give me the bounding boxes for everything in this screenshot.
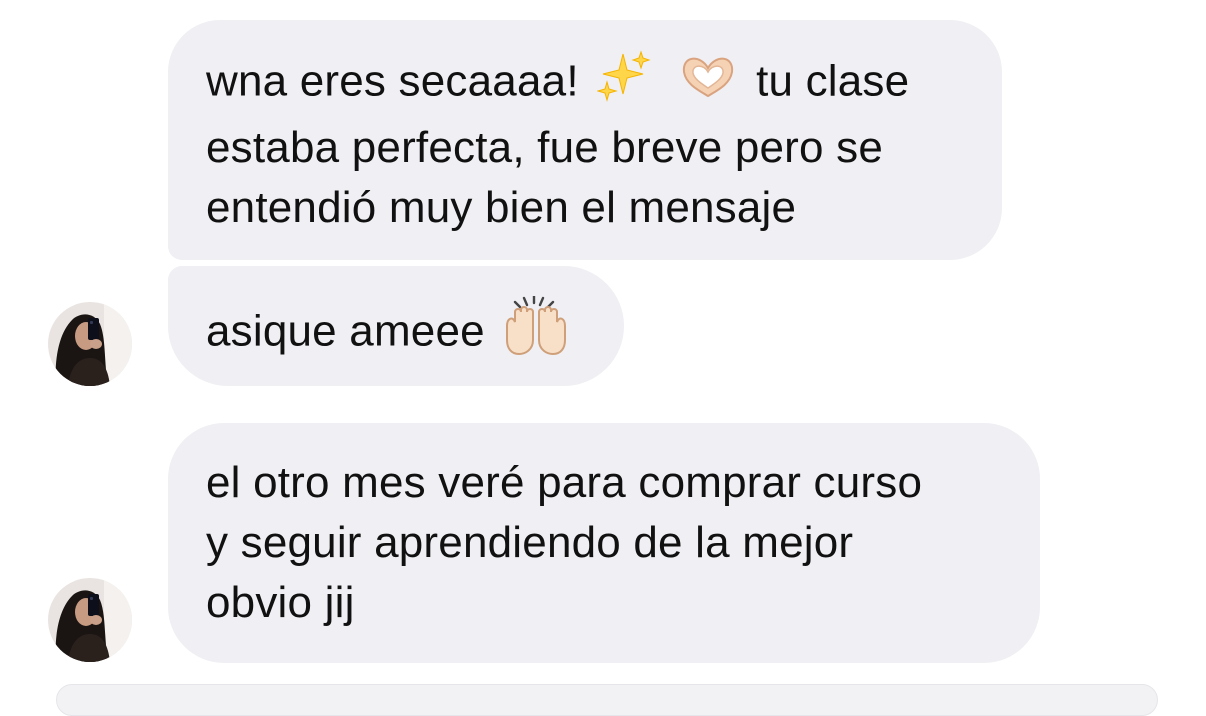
message-line: wna eres secaaaa! tu clase xyxy=(206,50,1002,118)
message-bubble[interactable]: wna eres secaaaa! tu clase estaba perfec… xyxy=(168,20,1002,260)
message-line: el otro mes veré para comprar curso xyxy=(206,458,923,507)
message-text: asique ameee xyxy=(206,306,485,356)
message-line: obvio jij xyxy=(206,578,355,627)
sender-avatar[interactable] xyxy=(48,578,132,662)
message-composer[interactable] xyxy=(56,684,1158,716)
raising-hands-emoji-icon xyxy=(503,294,569,372)
message-bubble[interactable]: asique ameee xyxy=(168,266,624,386)
message-line: y seguir aprendiendo de la mejor xyxy=(206,518,854,567)
sparkles-emoji-icon xyxy=(596,50,653,118)
message-bubble[interactable]: el otro mes veré para comprar curso y se… xyxy=(168,423,1040,663)
sender-avatar[interactable] xyxy=(48,302,132,386)
profile-photo-icon xyxy=(48,578,132,662)
message-line: entendió muy bien el mensaje xyxy=(206,183,797,232)
message-line: estaba perfecta, fue breve pero se xyxy=(206,123,884,172)
message-line: asique ameee xyxy=(206,294,624,372)
profile-photo-icon xyxy=(48,302,132,386)
heart-hands-emoji-icon xyxy=(678,52,738,116)
message-text: tu clase xyxy=(756,56,910,106)
message-text: wna eres secaaaa! xyxy=(206,56,579,106)
